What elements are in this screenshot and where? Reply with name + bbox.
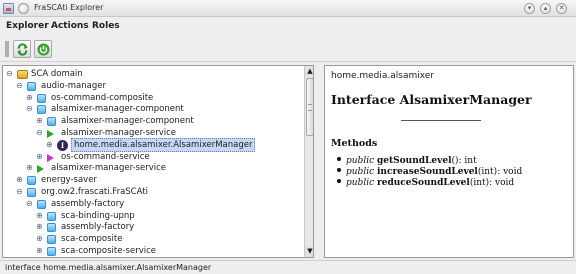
method-name: getSoundLevel	[377, 156, 452, 166]
menu-explorer[interactable]: Explorer	[6, 21, 49, 31]
title-bar: FraSCAti Explorer ▾ ▴ ✕	[0, 0, 576, 17]
tree-vertical-scrollbar[interactable]: ▲ ▼	[304, 66, 313, 257]
collapse-toggle-icon[interactable]: ⊖	[16, 80, 23, 92]
folder-icon	[37, 199, 46, 209]
method-name: reduceSoundLevel	[377, 178, 470, 188]
tree-node-label[interactable]: sca-composite-service	[61, 245, 156, 257]
details-pane: home.media.alsamixer Interface Alsamixer…	[324, 65, 574, 258]
scroll-thumb[interactable]	[306, 78, 313, 136]
tree-node-label[interactable]: SCA domain	[31, 68, 83, 80]
method-params: (int)	[469, 178, 490, 188]
method-item: public increaseSoundLevel(int): void	[337, 167, 522, 177]
toolbar-grip-icon[interactable]	[5, 41, 9, 57]
method-modifier: public	[346, 178, 375, 188]
tree-node-label[interactable]: alsamixer-manager-component	[61, 115, 194, 127]
maximize-icon[interactable]: ▴	[540, 3, 551, 14]
service-icon	[37, 165, 44, 174]
folder-icon	[47, 117, 56, 127]
service-icon	[47, 130, 54, 138]
bullet-icon	[337, 168, 341, 172]
method-item: public reduceSoundLevel(int): void	[337, 178, 514, 188]
folder-icon	[47, 235, 56, 245]
folder-icon	[47, 223, 56, 233]
sticky-icon[interactable]	[18, 3, 29, 14]
toolbar	[0, 36, 576, 62]
expand-toggle-icon[interactable]: ⊕	[46, 139, 53, 151]
tree-node-label[interactable]: org.ow2.frascati.FraSCAti	[41, 186, 148, 198]
method-item: public getSoundLevel(): int	[337, 156, 477, 166]
method-modifier: public	[346, 167, 375, 177]
tree-node-label[interactable]: assembly-factory	[51, 198, 124, 210]
expand-toggle-icon[interactable]: ⊕	[26, 162, 33, 174]
method-modifier: public	[346, 156, 375, 166]
method-params: (int)	[477, 167, 498, 177]
folder-icon	[27, 188, 36, 197]
expand-toggle-icon[interactable]: ⊕	[16, 174, 23, 186]
method-name: increaseSoundLevel	[377, 167, 478, 177]
app-icon[interactable]	[3, 3, 14, 14]
folder-icon	[47, 247, 56, 256]
refresh-button[interactable]	[13, 40, 31, 58]
collapse-toggle-icon[interactable]: ⊖	[16, 186, 23, 198]
expand-toggle-icon[interactable]: ⊕	[26, 92, 33, 104]
interface-title: Interface AlsamixerManager	[331, 92, 532, 107]
tree-node-label[interactable]: audio-manager	[41, 80, 106, 92]
expand-toggle-icon[interactable]: ⊕	[36, 233, 43, 245]
close-icon[interactable]: ✕	[556, 3, 567, 14]
folder-icon	[37, 105, 46, 115]
folder-icon	[37, 93, 46, 103]
tree-node-label[interactable]: os-command-composite	[51, 92, 153, 104]
collapse-toggle-icon[interactable]: ⊖	[36, 127, 43, 139]
collapse-toggle-icon[interactable]: ⊖	[26, 198, 33, 210]
window-title: FraSCAti Explorer	[34, 3, 104, 12]
bullet-icon	[337, 157, 341, 161]
tree-node-label[interactable]: assembly-factory	[61, 221, 134, 233]
folder-icon	[47, 211, 56, 221]
menu-actions[interactable]: Actions	[51, 21, 89, 31]
menu-bar: Explorer Actions Roles	[0, 18, 576, 35]
status-text: interface home.media.alsamixer.Alsamixer…	[5, 263, 212, 272]
minimize-icon[interactable]: ▾	[524, 3, 535, 14]
tree-node-label[interactable]: sca-composite	[61, 233, 122, 245]
expand-toggle-icon[interactable]: ⊕	[36, 115, 43, 127]
reference-icon	[47, 153, 54, 162]
tree-node-label[interactable]: alsamixer-manager-component	[51, 103, 184, 115]
expand-toggle-icon[interactable]: ⊕	[36, 245, 43, 257]
tree-node-label[interactable]: os-command-service	[61, 151, 150, 163]
status-bar: interface home.media.alsamixer.Alsamixer…	[0, 260, 576, 274]
folder-icon	[27, 81, 36, 91]
methods-heading: Methods	[331, 138, 378, 149]
expand-toggle-icon[interactable]: ⊕	[36, 221, 43, 233]
collapse-toggle-icon[interactable]: ⊖	[26, 103, 33, 115]
domain-icon	[17, 70, 28, 79]
scroll-down-icon[interactable]: ▼	[305, 246, 313, 257]
package-name: home.media.alsamixer	[331, 71, 435, 81]
menu-roles[interactable]: Roles	[92, 21, 120, 31]
interface-icon: I	[57, 139, 68, 151]
method-return-type: : void	[497, 167, 523, 177]
tree-node-label[interactable]: alsamixer-manager-service	[51, 162, 166, 174]
method-return-type: : void	[489, 178, 515, 188]
divider	[401, 120, 481, 121]
collapse-toggle-icon[interactable]: ⊖	[6, 68, 13, 80]
tree-node-label[interactable]: sca-binding-upnp	[61, 210, 135, 222]
pane-splitter[interactable]	[315, 65, 323, 258]
scroll-up-icon[interactable]: ▲	[305, 66, 313, 77]
expand-toggle-icon[interactable]: ⊕	[36, 210, 43, 222]
refresh-icon	[17, 43, 28, 56]
tree-node-label[interactable]: energy-saver	[41, 174, 97, 186]
power-icon	[37, 43, 50, 56]
folder-icon	[27, 176, 36, 186]
component-tree[interactable]: ⊖ SCA domain ⊖ audio-manager ⊕ os-command-com…	[2, 65, 314, 258]
power-button[interactable]	[34, 40, 52, 58]
bullet-icon	[337, 179, 341, 183]
method-params: ()	[451, 156, 459, 166]
method-return-type: : int	[458, 156, 477, 166]
expand-toggle-icon[interactable]: ⊕	[36, 151, 43, 163]
